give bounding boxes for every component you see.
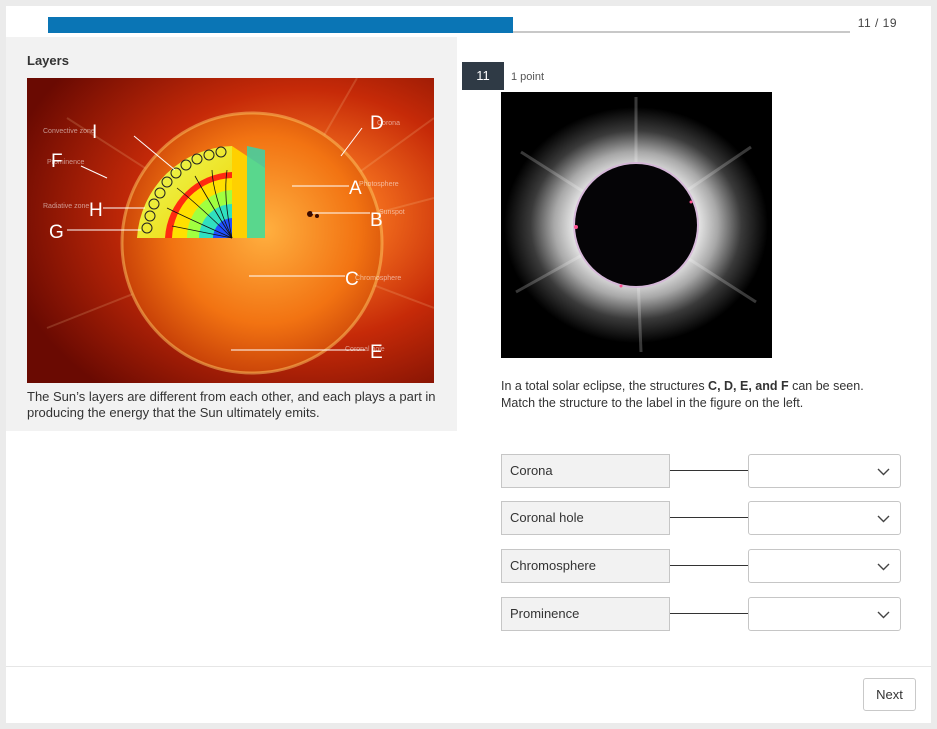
figure-label-i: I <box>92 122 97 143</box>
eclipse-image <box>501 92 772 358</box>
question-number: 11 <box>462 62 504 90</box>
match-connector <box>670 470 748 471</box>
match-row: Prominence <box>501 597 901 631</box>
quiz-frame: 11 / 19 Layers Convective zone Prominenc… <box>6 6 931 723</box>
match-connector <box>670 517 748 518</box>
figure-label-a: A <box>349 178 362 199</box>
match-label-corona: Corona <box>501 454 670 488</box>
svg-text:Photosphere: Photosphere <box>359 181 399 188</box>
chevron-down-icon <box>877 563 890 571</box>
panel-caption: The Sun’s layers are different from each… <box>27 389 436 420</box>
chevron-down-icon <box>877 611 890 619</box>
chevron-down-icon <box>877 515 890 523</box>
match-connector <box>670 565 748 566</box>
svg-text:Sunspot: Sunspot <box>379 209 405 216</box>
match-dropdown-chromosphere[interactable] <box>748 549 901 583</box>
progress-bar <box>48 17 513 33</box>
figure-label-h: H <box>89 200 103 221</box>
panel-title: Layers <box>27 53 69 68</box>
figure-label-b: B <box>370 210 383 231</box>
question-text: In a total solar eclipse, the structures… <box>501 379 864 410</box>
figure-label-e: E <box>370 342 383 363</box>
match-connector <box>670 613 748 614</box>
match-dropdown-coronal-hole[interactable] <box>748 501 901 535</box>
match-dropdown-prominence[interactable] <box>748 597 901 631</box>
match-label-coronal-hole: Coronal hole <box>501 501 670 535</box>
info-panel: Layers Convective zone Prominence Radiat… <box>6 37 457 431</box>
progress-count: 11 / 19 <box>857 16 897 30</box>
footer-divider <box>6 666 931 667</box>
match-row: Chromosphere <box>501 549 901 583</box>
question-text-bold: C, D, E, and F <box>708 379 789 393</box>
match-row: Corona <box>501 454 901 488</box>
svg-text:Radiative zone: Radiative zone <box>43 203 89 210</box>
figure-label-g: G <box>49 222 64 243</box>
question-points: 1 point <box>511 71 545 83</box>
figure-label-d: D <box>370 113 384 134</box>
match-row: Coronal hole <box>501 501 901 535</box>
chevron-down-icon <box>877 468 890 476</box>
next-button[interactable]: Next <box>863 678 916 711</box>
match-label-chromosphere: Chromosphere <box>501 549 670 583</box>
match-label-prominence: Prominence <box>501 597 670 631</box>
match-dropdown-corona[interactable] <box>748 454 901 488</box>
figure-label-c: C <box>345 269 359 290</box>
svg-text:Convective zone: Convective zone <box>43 128 95 135</box>
figure-label-f: F <box>51 151 63 172</box>
svg-text:Chromosphere: Chromosphere <box>355 275 401 282</box>
sun-layers-image: Convective zone Prominence Radiative zon… <box>27 78 434 383</box>
